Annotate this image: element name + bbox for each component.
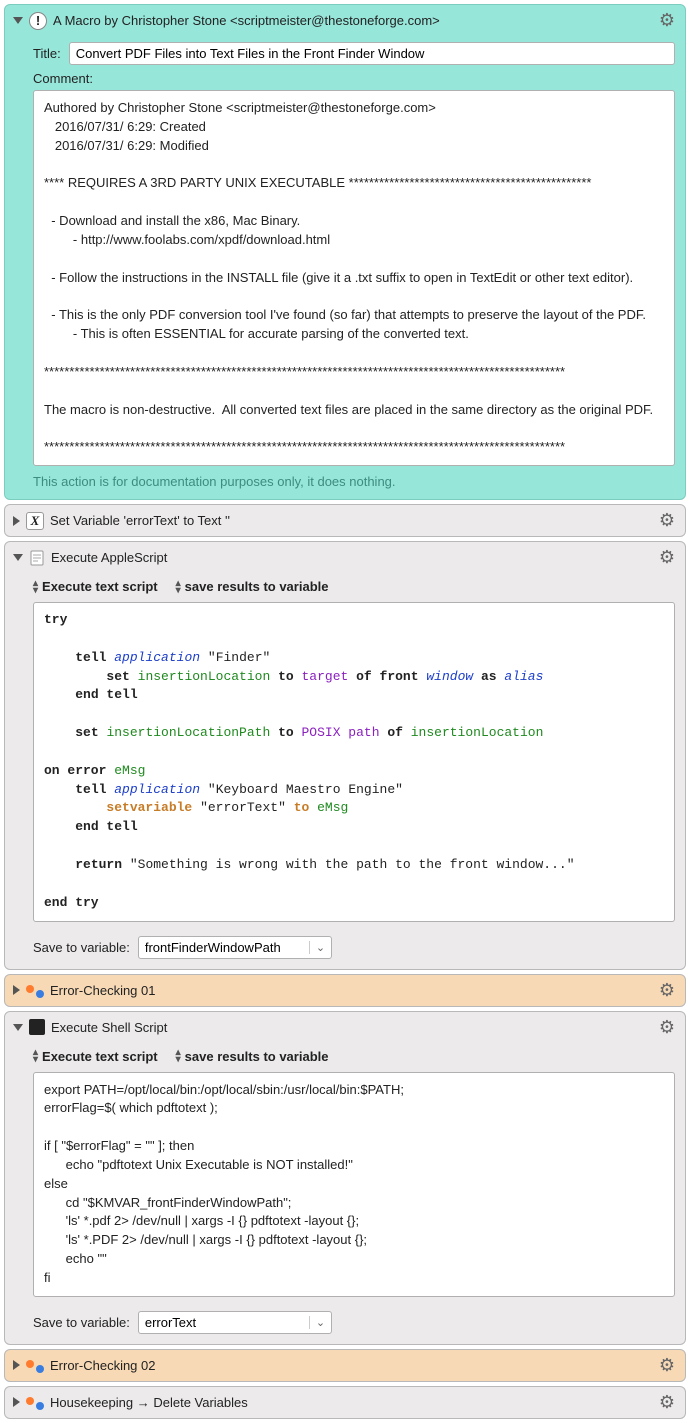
save-variable-input[interactable] [139,1312,309,1333]
script-mode-selector[interactable]: ▴▾ Execute text script [33,1049,158,1064]
save-to-label: Save to variable: [33,1315,130,1330]
applescript-icon [29,550,45,566]
disclosure-icon[interactable] [13,1360,20,1370]
disclosure-icon[interactable] [13,516,20,526]
set-variable-panel: X Set Variable 'errorText' to Text '' ⚙ [4,504,686,537]
applescript-panel: Execute AppleScript ⚙ ▴▾ Execute text sc… [4,541,686,970]
housekeeping-panel: Housekeeping → Delete Variables ⚙ [4,1386,686,1419]
disclosure-icon[interactable] [13,1397,20,1407]
comment-label: Comment: [33,71,93,86]
set-variable-title: Set Variable 'errorText' to Text '' [50,513,651,528]
gear-icon[interactable]: ⚙ [657,1392,677,1413]
save-to-label: Save to variable: [33,940,130,955]
macro-body: Title: Comment: Authored by Christopher … [5,36,685,499]
comment-box[interactable]: Authored by Christopher Stone <scriptmei… [33,90,675,466]
macro-info-panel: ! A Macro by Christopher Stone <scriptme… [4,4,686,500]
disclosure-icon[interactable] [13,1024,23,1031]
results-mode-selector[interactable]: ▴▾ save results to variable [176,579,329,594]
chevron-down-icon[interactable]: ⌄ [309,1316,331,1329]
chevron-down-icon[interactable]: ⌄ [309,941,331,954]
variable-icon: X [26,512,44,530]
gear-icon[interactable]: ⚙ [657,1355,677,1376]
error-check-1-title: Error-Checking 01 [50,983,651,998]
gear-icon[interactable]: ⚙ [657,510,677,531]
disclosure-icon[interactable] [13,17,23,24]
error-check-2-panel: Error-Checking 02 ⚙ [4,1349,686,1382]
title-input[interactable] [69,42,675,65]
save-variable-combo[interactable]: ⌄ [138,936,332,959]
error-check-2-title: Error-Checking 02 [50,1358,651,1373]
script-mode-selector[interactable]: ▴▾ Execute text script [33,579,158,594]
macro-info-header: ! A Macro by Christopher Stone <scriptme… [5,5,685,36]
chevron-updown-icon: ▴▾ [33,1049,38,1063]
shell-panel: Execute Shell Script ⚙ ▴▾ Execute text s… [4,1011,686,1345]
group-icon [26,982,44,998]
macro-header-title: A Macro by Christopher Stone <scriptmeis… [53,13,651,28]
results-mode-selector[interactable]: ▴▾ save results to variable [176,1049,329,1064]
info-icon: ! [29,12,47,30]
chevron-updown-icon: ▴▾ [33,580,38,594]
gear-icon[interactable]: ⚙ [657,547,677,568]
save-variable-combo[interactable]: ⌄ [138,1311,332,1334]
doc-footnote: This action is for documentation purpose… [33,474,675,489]
housekeeping-title: Housekeeping → Delete Variables [50,1395,651,1410]
save-variable-input[interactable] [139,937,309,958]
title-label: Title: [33,46,61,61]
shell-code[interactable]: export PATH=/opt/local/bin:/opt/local/sb… [33,1072,675,1297]
applescript-code[interactable]: try tell application "Finder" set insert… [33,602,675,922]
error-check-1-panel: Error-Checking 01 ⚙ [4,974,686,1007]
group-icon [26,1394,44,1410]
group-icon [26,1357,44,1373]
disclosure-icon[interactable] [13,554,23,561]
shell-title: Execute Shell Script [51,1020,651,1035]
gear-icon[interactable]: ⚙ [657,980,677,1001]
applescript-title: Execute AppleScript [51,550,651,565]
gear-icon[interactable]: ⚙ [657,10,677,31]
chevron-updown-icon: ▴▾ [176,580,181,594]
terminal-icon [29,1019,45,1035]
chevron-updown-icon: ▴▾ [176,1049,181,1063]
gear-icon[interactable]: ⚙ [657,1017,677,1038]
disclosure-icon[interactable] [13,985,20,995]
